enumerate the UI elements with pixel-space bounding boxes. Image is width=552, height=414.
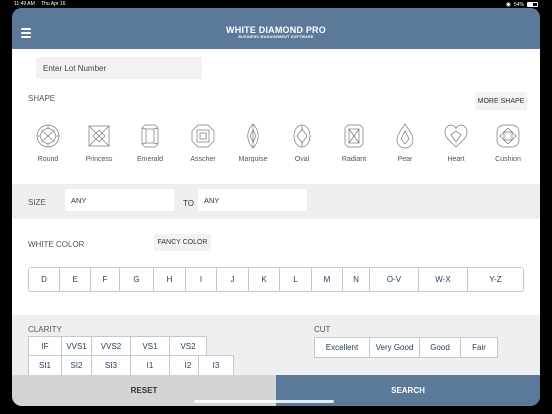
radiant-diamond-icon [344,124,364,148]
shape-label-heart: Heart [447,156,465,163]
shape-section: SHAPE MORE SHAPE Round Princess Emerald [12,89,540,184]
size-label: SIZE [28,198,46,207]
color-option-l[interactable]: L [280,268,312,291]
shape-cushion[interactable]: Cushion [486,123,530,163]
asscher-diamond-icon [191,124,215,148]
shape-round[interactable]: Round [26,123,70,163]
clarity-option-i1[interactable]: I1 [131,356,170,375]
color-option-h[interactable]: H [154,268,186,291]
white-color-label: WHITE COLOR [28,240,85,249]
color-option-m[interactable]: M [312,268,343,291]
status-right: ◉ 54% [506,1,538,8]
cut-option-very-good[interactable]: Very Good [370,338,420,357]
app-logo: WHITE DIAMOND PRO BUSINESS MANAGEMENT SO… [12,25,540,39]
lot-number-input[interactable] [36,57,202,79]
cut-options: Excellent Very Good Good Fair [314,337,498,358]
shape-label-oval: Oval [294,156,310,163]
cut-option-fair[interactable]: Fair [461,338,497,357]
ipad-frame: 11:49 AM Thu Apr 16 ◉ 54% WHITE DIAMOND … [0,0,552,414]
more-shape-button[interactable]: MORE SHAPE [475,92,527,110]
white-color-section: WHITE COLOR FANCY COLOR D E F G H I J K … [12,219,540,315]
clarity-option-si3[interactable]: SI3 [92,356,131,375]
shape-label-cushion: Cushion [495,156,521,163]
app-screen: WHITE DIAMOND PRO BUSINESS MANAGEMENT SO… [12,8,540,406]
round-diamond-icon [36,124,60,148]
clarity-option-si2[interactable]: SI2 [62,356,92,375]
shape-list: Round Princess Emerald Asscher Marquise [26,123,536,173]
clarity-option-vs2[interactable]: VS2 [170,337,206,356]
color-option-k[interactable]: K [249,268,280,291]
app-title: WHITE DIAMOND PRO [226,25,326,35]
status-date: Thu Apr 16 [41,1,66,7]
shape-label: SHAPE [28,94,56,103]
app-subtitle: BUSINESS MANAGEMENT SOFTWARE [238,35,314,39]
status-time: 11:49 AM [14,1,35,7]
cut-option-excellent[interactable]: Excellent [315,338,370,357]
color-option-o-v[interactable]: O-V [370,268,419,291]
princess-diamond-icon [88,125,110,147]
size-to-select[interactable]: ANY [198,189,307,211]
marquise-diamond-icon [247,123,259,149]
cut-option-good[interactable]: Good [420,338,461,357]
fancy-color-button[interactable]: FANCY COLOR [154,234,211,251]
shape-asscher[interactable]: Asscher [181,123,225,163]
shape-label-radiant: Radiant [341,156,367,163]
color-option-g[interactable]: G [120,268,154,291]
clarity-option-i3[interactable]: I3 [198,355,234,376]
shape-princess[interactable]: Princess [77,123,121,163]
shape-pear[interactable]: Pear [383,123,427,163]
clarity-option-si1[interactable]: SI1 [29,356,62,375]
clarity-option-vvs2[interactable]: VVS2 [92,337,131,356]
clarity-option-if[interactable]: IF [29,337,62,356]
shape-radiant[interactable]: Radiant [332,123,376,163]
shape-heart[interactable]: Heart [434,123,478,163]
cut-label: CUT [314,325,331,334]
color-option-y-z[interactable]: Y-Z [468,268,523,291]
shape-label-princess: Princess [85,156,113,163]
size-section: SIZE ANY TO ANY [12,184,540,219]
home-indicator[interactable] [194,400,334,403]
cushion-diamond-icon [496,124,520,148]
pear-diamond-icon [396,123,414,149]
clarity-label: CLARITY [28,325,62,334]
lot-section [12,49,540,89]
shape-label-asscher: Asscher [190,156,216,163]
color-option-i[interactable]: I [186,268,217,291]
emerald-diamond-icon [141,124,159,148]
color-option-f[interactable]: F [91,268,120,291]
heart-diamond-icon [444,124,468,148]
battery-icon [527,2,538,7]
shape-label-emerald: Emerald [136,156,164,163]
color-option-w-x[interactable]: W-X [419,268,468,291]
color-option-n[interactable]: N [343,268,370,291]
color-option-e[interactable]: E [60,268,91,291]
wifi-icon: ◉ [505,2,511,8]
size-from-select[interactable]: ANY [65,189,174,211]
clarity-options: IF VVS1 VVS2 VS1 VS2 SI1 SI2 SI3 I1 I2 [28,336,207,376]
shape-label-round: Round [37,156,59,163]
size-to-label: TO [183,199,194,208]
shape-oval[interactable]: Oval [280,123,324,163]
color-option-d[interactable]: D [29,268,60,291]
color-option-j[interactable]: J [217,268,249,291]
oval-diamond-icon [293,124,311,148]
clarity-option-vvs1[interactable]: VVS1 [62,337,92,356]
shape-label-pear: Pear [397,156,413,163]
clarity-option-vs1[interactable]: VS1 [131,337,170,356]
shape-marquise[interactable]: Marquise [231,123,275,163]
shape-label-marquise: Marquise [238,156,268,163]
top-bar: WHITE DIAMOND PRO BUSINESS MANAGEMENT SO… [12,8,540,49]
battery-percent: 54% [513,1,524,8]
white-color-options: D E F G H I J K L M N O-V W-X Y-Z [28,267,524,292]
shape-emerald[interactable]: Emerald [128,123,172,163]
